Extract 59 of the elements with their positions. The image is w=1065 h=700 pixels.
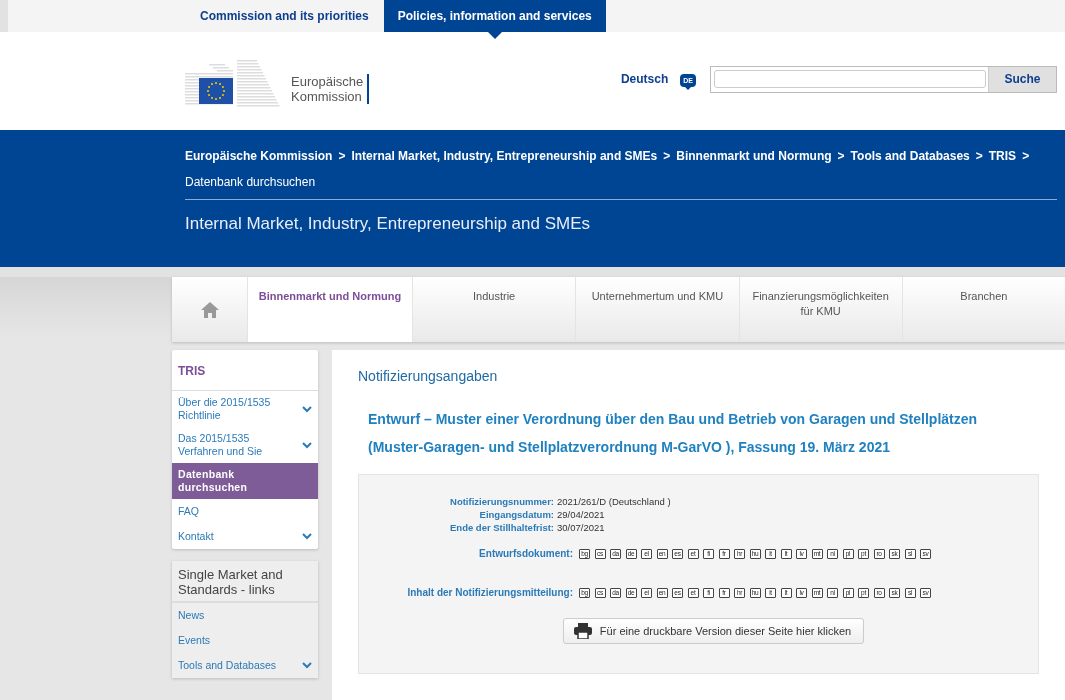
nav-tab[interactable]: Commission and its priorities bbox=[185, 0, 384, 32]
breadcrumb-link[interactable]: Tools and Databases bbox=[850, 143, 970, 169]
detail-value: 2021/261/D (Deutschland ) bbox=[557, 495, 672, 508]
nav-tab[interactable]: Policies, information and services bbox=[383, 0, 606, 32]
sidebar-item[interactable]: Kontakt bbox=[172, 524, 318, 549]
detail-label: Notifizierungsnummer: bbox=[449, 495, 554, 508]
breadcrumb-link[interactable]: Europäische Kommission bbox=[185, 143, 333, 169]
breadcrumb-link[interactable]: TRIS bbox=[988, 143, 1017, 169]
row-label: Entwurfsdokument: bbox=[478, 548, 573, 559]
link-item-label: Tools and Databases bbox=[178, 659, 277, 672]
link-item[interactable]: Tools and Databases bbox=[172, 653, 318, 678]
breadcrumb-link[interactable]: Internal Market, Industry, Entrepreneurship and SMEs bbox=[351, 143, 658, 169]
row-label: Inhalt der Notifizierungsmitteilung: bbox=[406, 587, 573, 598]
sidebar-item[interactable]: FAQ bbox=[172, 499, 318, 524]
breadcrumb-separator: > bbox=[975, 148, 983, 165]
sidebar-item-label: Das 2015/1535 Verfahren und Sie bbox=[178, 432, 264, 458]
chevron-icon bbox=[302, 441, 312, 449]
breadcrumb-link[interactable]: Binnenmarkt und Normung bbox=[676, 143, 832, 169]
menu-tab[interactable]: Industrie bbox=[412, 277, 576, 342]
link-item-label: Events bbox=[178, 634, 211, 647]
site-title: Internal Market, Industry, Entrepreneurship and SMEs bbox=[185, 214, 592, 234]
breadcrumb-separator: > bbox=[663, 148, 671, 165]
detail-value: 30/07/2021 bbox=[557, 521, 606, 534]
print-button[interactable]: Für eine druckbare Version dieser Seite hier klicken bbox=[562, 618, 865, 644]
link-item[interactable]: Events bbox=[172, 628, 318, 653]
search-field[interactable] bbox=[714, 69, 986, 88]
link-item-label: News bbox=[178, 609, 205, 622]
link-item[interactable]: News bbox=[172, 603, 318, 628]
sidebar-item-label: FAQ bbox=[178, 505, 199, 518]
sidebar-item[interactable]: Das 2015/1535 Verfahren und Sie bbox=[172, 427, 318, 463]
detail-value: 29/04/2021 bbox=[557, 508, 606, 521]
menu-tab[interactable]: Branchen bbox=[901, 277, 1065, 342]
chevron-icon bbox=[302, 533, 312, 540]
home-icon bbox=[199, 300, 220, 319]
menu-tab[interactable]: Finanzierungsmöglichkeiten für KMU bbox=[738, 277, 902, 342]
printer-icon bbox=[573, 623, 592, 639]
logo-text: Europäische Kommission bbox=[291, 74, 370, 104]
language-link[interactable]: Deutsch bbox=[620, 72, 669, 86]
sidebar-item[interactable]: Datenbank durchsuchen bbox=[172, 463, 318, 499]
document-title: Entwurf – Muster einer Verordnung über den Bau und Betrieb von Garagen und Stellplätzen bbox=[368, 410, 979, 428]
links-title: Single Market and Standards - links bbox=[172, 561, 318, 603]
sidebar-title: TRIS bbox=[172, 350, 318, 391]
sidebar-item-label: Datenbank durchsuchen bbox=[178, 468, 249, 494]
menu-tab[interactable]: Unternehmertum und KMU bbox=[575, 277, 739, 342]
sidebar-item[interactable]: Über die 2015/1535 Richtlinie bbox=[172, 391, 318, 427]
detail-label: Ende der Stillhaltefrist: bbox=[449, 521, 554, 534]
breadcrumb-separator: > bbox=[338, 148, 346, 165]
breadcrumb-link[interactable]: Datenbank durchsuchen bbox=[185, 169, 316, 195]
document-title: (Muster-Garagen- und Stellplatzverordnung M-GarVO ), Fassung 19. März 2021 bbox=[368, 438, 891, 456]
search-button[interactable]: Suche bbox=[988, 66, 1056, 92]
menu-tab[interactable]: Binnenmarkt und Normung bbox=[247, 277, 412, 342]
chevron-icon bbox=[302, 662, 312, 669]
breadcrumb-separator: > bbox=[1022, 148, 1030, 165]
breadcrumb-separator: > bbox=[837, 148, 845, 165]
detail-label: Eingangsdatum: bbox=[478, 508, 554, 521]
sidebar-item-label: Über die 2015/1535 Richtlinie bbox=[178, 396, 272, 422]
sidebar-item-label: Kontakt bbox=[178, 530, 214, 543]
section-heading: Notifizierungsangaben bbox=[358, 368, 499, 384]
chevron-icon bbox=[302, 405, 312, 413]
